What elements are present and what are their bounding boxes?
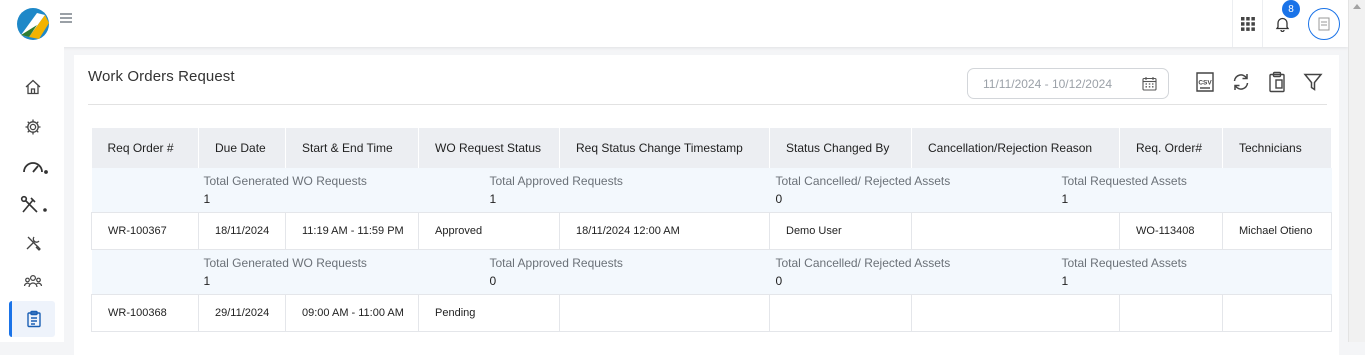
top-bar: 8: [0, 0, 1348, 47]
changed-by-cell: Demo User: [769, 212, 912, 250]
page-title: Work Orders Request: [88, 68, 235, 85]
column-header[interactable]: Technicians: [1222, 128, 1332, 168]
column-header[interactable]: WO Request Status: [418, 128, 560, 168]
column-header[interactable]: Req Status Change Timestamp: [559, 128, 770, 168]
sidebar-item-requests[interactable]: [9, 301, 55, 337]
wo-number-cell: [1119, 294, 1223, 332]
sidebar-item-team[interactable]: [12, 263, 54, 299]
filter-icon: [1303, 73, 1323, 91]
date-range-input[interactable]: [983, 75, 1133, 93]
status-timestamp-cell: 18/11/2024 12:00 AM: [559, 212, 770, 250]
column-header[interactable]: Due Date: [198, 128, 286, 168]
summary-row: Total Generated WO Requests 1 Total Appr…: [91, 249, 1332, 295]
csv-icon: CSV: [1196, 72, 1214, 92]
summary-approved: Total Approved Requests 1: [489, 174, 623, 206]
main-content: Work Orders Request CSV Req Order # Due …: [74, 55, 1339, 355]
summary-requested: Total Requested Assets 1: [1061, 256, 1187, 288]
changed-by-cell: [769, 294, 912, 332]
gauge-icon: [23, 162, 48, 174]
bell-icon: [1275, 17, 1290, 32]
column-header[interactable]: Start & End Time: [285, 128, 419, 168]
export-csv-button[interactable]: CSV: [1193, 70, 1217, 94]
page-scrollbar[interactable]: [1348, 0, 1365, 342]
title-divider: [88, 104, 1327, 105]
home-icon: [25, 79, 41, 95]
summary-generated: Total Generated WO Requests 1: [203, 256, 367, 288]
sidebar-item-dashboard[interactable]: [12, 148, 54, 184]
summary-requested: Total Requested Assets 1: [1061, 174, 1187, 206]
sidebar-item-home[interactable]: [12, 69, 54, 105]
clipboard-icon: [26, 310, 41, 328]
table-row[interactable]: WR-100368 29/11/2024 09:00 AM - 11:00 AM…: [91, 294, 1332, 332]
tools-icon: [20, 195, 47, 213]
sidebar: [0, 47, 64, 342]
header-actions: 8: [1232, 0, 1348, 47]
column-header[interactable]: Req Order #: [91, 128, 199, 168]
req-order-cell: WR-100367: [91, 212, 199, 250]
table-row[interactable]: WR-100367 18/11/2024 11:19 AM - 11:59 PM…: [91, 212, 1332, 250]
sidebar-item-work-orders[interactable]: [12, 187, 54, 223]
summary-approved: Total Approved Requests 0: [489, 256, 623, 288]
column-header[interactable]: Cancellation/Rejection Reason: [911, 128, 1120, 168]
notifications-button[interactable]: 8: [1262, 0, 1302, 47]
summary-cancelled: Total Cancelled/ Rejected Assets 0: [775, 256, 951, 288]
column-header[interactable]: Status Changed By: [769, 128, 912, 168]
copy-report-button[interactable]: [1265, 70, 1289, 94]
refresh-button[interactable]: [1229, 70, 1253, 94]
menu-toggle-button[interactable]: [60, 13, 72, 25]
status-timestamp-cell: [559, 294, 770, 332]
refresh-icon: [1233, 74, 1249, 90]
summary-row: Total Generated WO Requests 1 Total Appr…: [91, 168, 1332, 213]
due-date-cell: 18/11/2024: [198, 212, 286, 250]
reason-cell: [911, 212, 1120, 250]
clipboard-icon: [1269, 71, 1285, 93]
req-order-cell: WR-100368: [91, 294, 199, 332]
status-cell: Pending: [418, 294, 560, 332]
maintenance-icon: [26, 236, 41, 251]
reason-cell: [911, 294, 1120, 332]
summary-generated: Total Generated WO Requests 1: [203, 174, 367, 206]
time-cell: 09:00 AM - 11:00 AM: [285, 294, 419, 332]
filter-button[interactable]: [1301, 70, 1325, 94]
time-cell: 11:19 AM - 11:59 PM: [285, 212, 419, 250]
date-range-picker[interactable]: [967, 68, 1169, 99]
status-cell: Approved: [418, 212, 560, 250]
apps-grid-icon[interactable]: [1232, 0, 1262, 47]
summary-cancelled: Total Cancelled/ Rejected Assets 0: [775, 174, 951, 206]
svg-text:CSV: CSV: [1198, 80, 1212, 87]
app-logo[interactable]: [15, 5, 51, 41]
wo-number-cell: WO-113408: [1119, 212, 1223, 250]
sidebar-item-settings[interactable]: [12, 109, 54, 145]
settings-icon: [25, 119, 41, 135]
technicians-cell: [1222, 294, 1332, 332]
sidebar-item-maintenance[interactable]: [12, 225, 54, 261]
team-icon: [23, 274, 43, 288]
notification-count-badge: 8: [1282, 0, 1300, 18]
table-header-row: Req Order # Due Date Start & End Time WO…: [91, 128, 1332, 168]
column-header[interactable]: Req. Order#: [1119, 128, 1223, 168]
due-date-cell: 29/11/2024: [198, 294, 286, 332]
technicians-cell: Michael Otieno: [1222, 212, 1332, 250]
work-orders-table: Req Order # Due Date Start & End Time WO…: [91, 128, 1332, 332]
calendar-icon[interactable]: [1142, 76, 1157, 91]
user-avatar[interactable]: [1308, 7, 1340, 40]
